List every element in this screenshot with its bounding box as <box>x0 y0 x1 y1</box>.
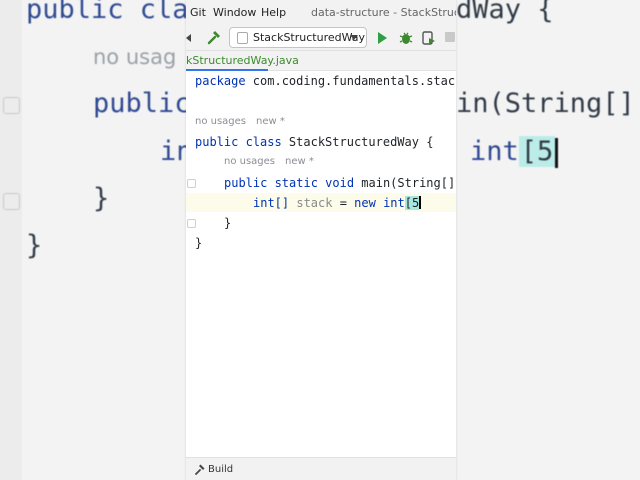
build-hammer-icon[interactable] <box>194 464 206 476</box>
toolbar: StackStructuredWay <box>186 26 456 51</box>
build-tool-window-button[interactable]: Build <box>208 464 233 475</box>
chevron-down-icon <box>350 35 358 40</box>
background-fold-icon <box>3 97 20 114</box>
code-editor[interactable]: package com.coding.fundamentals.stac no … <box>186 71 456 457</box>
background-code-line: dWay { <box>456 0 554 25</box>
code-line-main: public static void main(String[] <box>224 176 456 190</box>
tab-stackstructuredway-java[interactable]: kStructuredWay.java <box>186 51 299 71</box>
background-code-line: } <box>93 183 110 214</box>
debug-bug-icon[interactable] <box>399 30 413 46</box>
code-line-close-method: } <box>224 216 232 230</box>
text-cursor <box>419 196 422 209</box>
tab-label: kStructuredWay.java <box>186 54 299 67</box>
background-code-line: in(String[] <box>456 88 635 119</box>
menu-help[interactable]: Help <box>261 6 286 19</box>
code-vision-hint[interactable]: no usages new * <box>224 156 314 167</box>
background-gutter <box>0 0 22 480</box>
background-hint: no usag <box>93 45 177 69</box>
menu-git[interactable]: Git <box>190 6 206 19</box>
coverage-icon[interactable] <box>422 30 436 46</box>
run-icon[interactable] <box>378 32 387 44</box>
menu-bar: Git Window Help data-structure - StackSt… <box>186 0 456 26</box>
background-fold-icon <box>3 193 20 210</box>
ide-window: Git Window Help data-structure - StackSt… <box>186 0 456 480</box>
file-icon <box>237 32 248 44</box>
editor-tab-bar: kStructuredWay.java <box>186 51 456 71</box>
build-hammer-icon[interactable] <box>206 30 222 46</box>
code-vision-hint[interactable]: no usages new * <box>195 116 285 127</box>
code-line-statement: int[] stack = new int[5 <box>253 196 422 210</box>
code-line-close-class: } <box>195 236 203 250</box>
code-line-class: public class StackStructuredWay { <box>195 135 434 149</box>
background-code-line: } <box>26 230 43 261</box>
fold-icon[interactable] <box>187 179 196 188</box>
run-configuration-label: StackStructuredWay <box>253 31 366 44</box>
menu-window[interactable]: Window <box>213 6 256 19</box>
stop-icon[interactable] <box>445 32 455 42</box>
window-title: data-structure - StackStructured <box>311 6 456 19</box>
fold-icon[interactable] <box>187 219 196 228</box>
status-bar: Build <box>186 457 456 480</box>
back-arrow-icon[interactable] <box>186 34 191 42</box>
code-line-package: package com.coding.fundamentals.stac <box>195 74 456 88</box>
background-code-line: public <box>93 88 191 119</box>
background-code-line: int[5 <box>470 136 559 168</box>
run-configuration-selector[interactable]: StackStructuredWay <box>229 27 367 48</box>
